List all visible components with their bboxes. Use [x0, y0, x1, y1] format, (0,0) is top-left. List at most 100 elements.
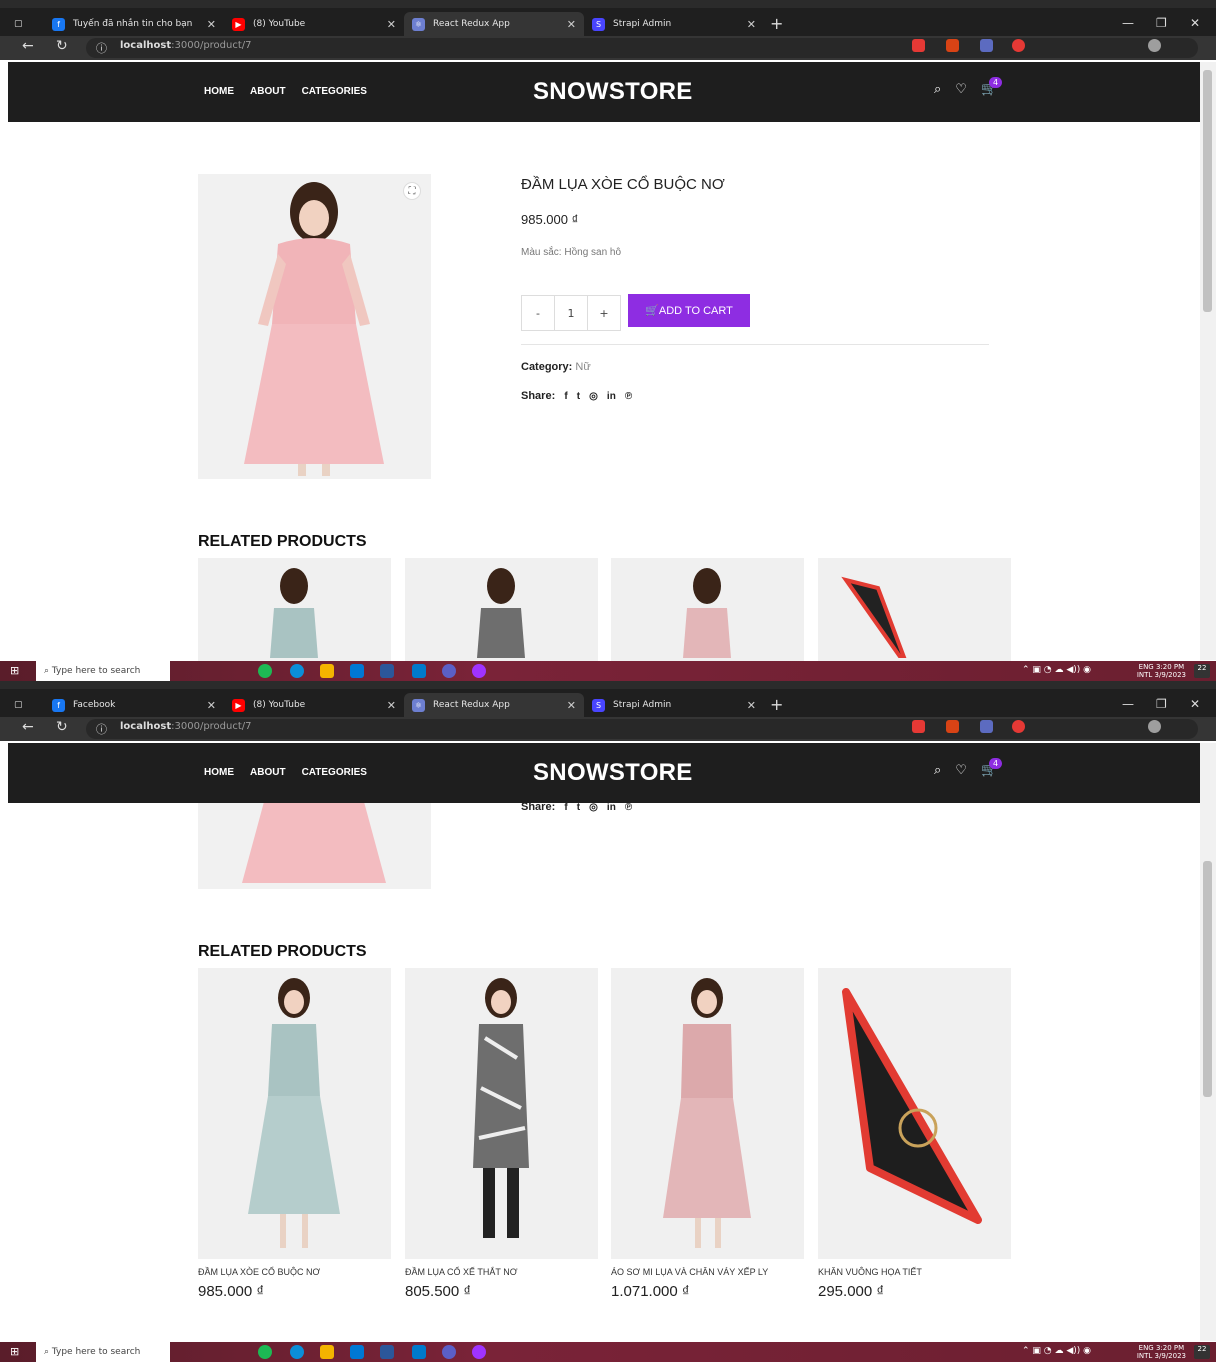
messenger-icon[interactable] [472, 664, 486, 678]
extension-icon[interactable] [1012, 39, 1025, 52]
related-card[interactable]: ĐẦM LỤA CỔ XẾ THẮT NƠ 805.500 ₫ [405, 968, 598, 1300]
close-icon[interactable]: ✕ [567, 18, 576, 31]
related-product-name[interactable]: ÁO SƠ MI LỤA VÀ CHÂN VÁY XẾP LY [611, 1267, 804, 1277]
tab-react-redux-app[interactable]: ⚛ React Redux App ✕ [404, 693, 584, 717]
facebook-share-icon[interactable]: f [564, 802, 567, 813]
tab-actions-icon[interactable]: ▢ [6, 693, 26, 717]
nav-home[interactable]: HOME [204, 86, 234, 97]
tab-facebook[interactable]: f Facebook ✕ [44, 693, 224, 717]
address-field[interactable] [86, 719, 1198, 739]
notification-icon[interactable]: 22 [1194, 1345, 1210, 1359]
qty-plus-button[interactable]: + [587, 296, 620, 330]
new-tab-button[interactable]: + [770, 14, 783, 33]
minimize-icon[interactable]: — [1122, 16, 1134, 30]
messenger-icon[interactable] [472, 1345, 486, 1359]
windows-start-icon[interactable]: ⊞ [10, 664, 19, 677]
related-card[interactable]: ÁO SƠ MI LỤA VÀ CHÂN VÁY XẾP LY 1.071.00… [611, 968, 804, 1300]
instagram-share-icon[interactable]: ◎ [589, 802, 598, 813]
word-icon[interactable] [380, 1345, 394, 1359]
profile-avatar[interactable] [1148, 720, 1161, 733]
extension-icon[interactable] [980, 720, 993, 733]
related-product-name[interactable]: ĐẦM LỤA CỔ XẾ THẮT NƠ [405, 1267, 598, 1277]
facebook-share-icon[interactable]: f [564, 391, 567, 402]
extension-icon[interactable] [946, 720, 959, 733]
refresh-icon[interactable]: ↻ [56, 38, 68, 54]
tab-strapi-admin[interactable]: S Strapi Admin ✕ [584, 693, 764, 717]
pinterest-share-icon[interactable]: ℗ [625, 391, 632, 402]
minimize-icon[interactable]: — [1122, 697, 1134, 711]
category-link[interactable]: Nữ [575, 361, 590, 373]
info-icon[interactable]: ⓘ [96, 721, 107, 737]
close-window-icon[interactable]: ✕ [1190, 16, 1200, 30]
product-main-image[interactable]: ⛶ [198, 174, 431, 479]
tab-facebook[interactable]: f Tuyến đã nhắn tin cho bạn ✕ [44, 12, 224, 36]
tab-react-redux-app[interactable]: ⚛ React Redux App ✕ [404, 12, 584, 36]
tab-youtube[interactable]: ▶ (8) YouTube ✕ [224, 693, 404, 717]
taskbar-clock[interactable]: ENG 3:20 PM INTL 3/9/2023 [1137, 1344, 1186, 1360]
related-product-image[interactable] [198, 968, 391, 1259]
profile-avatar[interactable] [1148, 39, 1161, 52]
restore-icon[interactable]: ❐ [1156, 697, 1167, 711]
cart-icon[interactable]: 🛒 4 [981, 77, 1003, 97]
extension-icon[interactable] [1012, 720, 1025, 733]
related-product-image[interactable] [611, 968, 804, 1259]
related-card[interactable]: KHĂN VUÔNG HỌA TIẾT 295.000 ₫ [818, 968, 1011, 1300]
add-to-cart-button[interactable]: 🛒 ADD TO CART [628, 294, 750, 327]
spotify-icon[interactable] [258, 1345, 272, 1359]
scrollbar-thumb[interactable] [1203, 861, 1212, 1097]
info-icon[interactable]: ⓘ [96, 40, 107, 56]
spotify-icon[interactable] [258, 664, 272, 678]
search-icon[interactable]: ⌕ [934, 763, 941, 778]
nav-about[interactable]: ABOUT [250, 767, 286, 778]
close-icon[interactable]: ✕ [747, 18, 756, 31]
qty-value[interactable]: 1 [554, 296, 587, 330]
close-icon[interactable]: ✕ [387, 18, 396, 31]
extension-icon[interactable] [980, 39, 993, 52]
linkedin-share-icon[interactable]: in [607, 802, 616, 813]
new-tab-button[interactable]: + [770, 695, 783, 714]
extension-icon[interactable] [946, 39, 959, 52]
related-product-name[interactable]: ĐẦM LỤA XÒE CỔ BUỘC NƠ [198, 1267, 391, 1277]
tab-actions-icon[interactable]: ▢ [6, 12, 26, 36]
taskbar-search[interactable]: ⌕ Type here to search [36, 661, 170, 681]
related-card[interactable]: ĐẦM LỤA XÒE CỔ BUỘC NƠ 985.000 ₫ [198, 968, 391, 1300]
tab-youtube[interactable]: ▶ (8) YouTube ✕ [224, 12, 404, 36]
system-tray-icons[interactable]: ⌃ ▣ ◔ ☁ ◀)) ◉ [1022, 1346, 1091, 1356]
back-icon[interactable]: ← [22, 719, 34, 735]
edge-icon[interactable] [290, 1345, 304, 1359]
nav-home[interactable]: HOME [204, 767, 234, 778]
nav-about[interactable]: ABOUT [250, 86, 286, 97]
close-icon[interactable]: ✕ [207, 699, 216, 712]
linkedin-share-icon[interactable]: in [607, 391, 616, 402]
search-icon[interactable]: ⌕ [934, 82, 941, 97]
notification-icon[interactable]: 22 [1194, 664, 1210, 678]
related-product-image[interactable] [405, 968, 598, 1259]
back-icon[interactable]: ← [22, 38, 34, 54]
vscode-icon[interactable] [412, 664, 426, 678]
nav-categories[interactable]: CATEGORIES [302, 86, 367, 97]
restore-icon[interactable]: ❐ [1156, 16, 1167, 30]
close-icon[interactable]: ✕ [387, 699, 396, 712]
qty-minus-button[interactable]: - [522, 296, 554, 330]
taskbar-clock[interactable]: ENG 3:20 PM INTL 3/9/2023 [1137, 663, 1186, 679]
extension-icon[interactable] [912, 39, 925, 52]
site-logo[interactable]: SNOWSTORE [533, 78, 693, 106]
extension-icon[interactable] [912, 720, 925, 733]
url-text[interactable]: localhost:3000/product/7 [120, 721, 252, 732]
twitter-share-icon[interactable]: t [577, 802, 580, 813]
mail-icon[interactable] [350, 1345, 364, 1359]
close-icon[interactable]: ✕ [567, 699, 576, 712]
heart-icon[interactable]: ♡ [955, 82, 967, 97]
url-text[interactable]: localhost:3000/product/7 [120, 40, 252, 51]
zoom-icon[interactable]: ⛶ [403, 182, 421, 200]
pinterest-share-icon[interactable]: ℗ [625, 802, 632, 813]
vscode-icon[interactable] [412, 1345, 426, 1359]
file-explorer-icon[interactable] [320, 1345, 334, 1359]
taskbar-search[interactable]: ⌕ Type here to search [36, 1342, 170, 1362]
instagram-share-icon[interactable]: ◎ [589, 391, 598, 402]
word-icon[interactable] [380, 664, 394, 678]
twitter-share-icon[interactable]: t [577, 391, 580, 402]
windows-start-icon[interactable]: ⊞ [10, 1345, 19, 1358]
teams-icon[interactable] [442, 1345, 456, 1359]
related-product-image[interactable] [818, 968, 1011, 1259]
